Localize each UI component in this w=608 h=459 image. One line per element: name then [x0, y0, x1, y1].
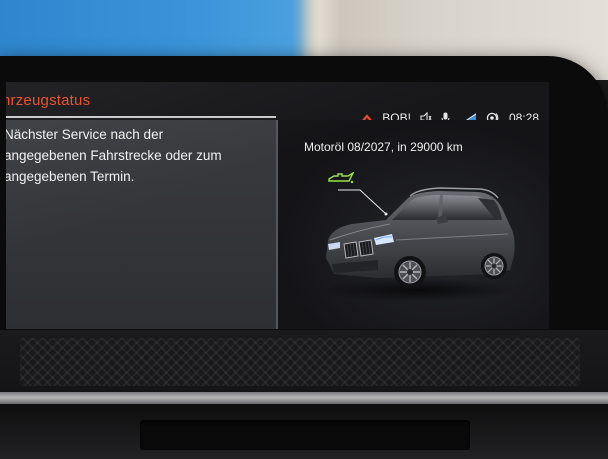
description-line: angegebenen Fahrstrecke oder zum: [6, 148, 222, 163]
dashboard-grille: [20, 338, 580, 386]
right-panel: Motoröl 08/2027, in 29000 km: [278, 120, 549, 329]
page-title: hrzeugstatus: [6, 92, 91, 109]
indicator-leader-line: [338, 189, 388, 216]
service-description: Nächster Service nach der angegebenen Fa…: [6, 124, 270, 187]
title-underline: [6, 116, 276, 118]
left-panel: Nächster Service nach der angegebenen Fa…: [6, 120, 276, 329]
chrome-trim: [0, 392, 608, 404]
vent-slot: [140, 420, 470, 450]
description-line: Nächster Service nach der: [6, 127, 164, 142]
description-line: angegebenen Termin.: [6, 169, 135, 184]
idrive-screen: hrzeugstatus BOB! 08:28 Nächster Service…: [6, 82, 549, 329]
service-item-oil[interactable]: Motoröl 08/2027, in 29000 km: [304, 140, 463, 154]
top-bar: hrzeugstatus BOB! 08:28: [6, 82, 549, 125]
